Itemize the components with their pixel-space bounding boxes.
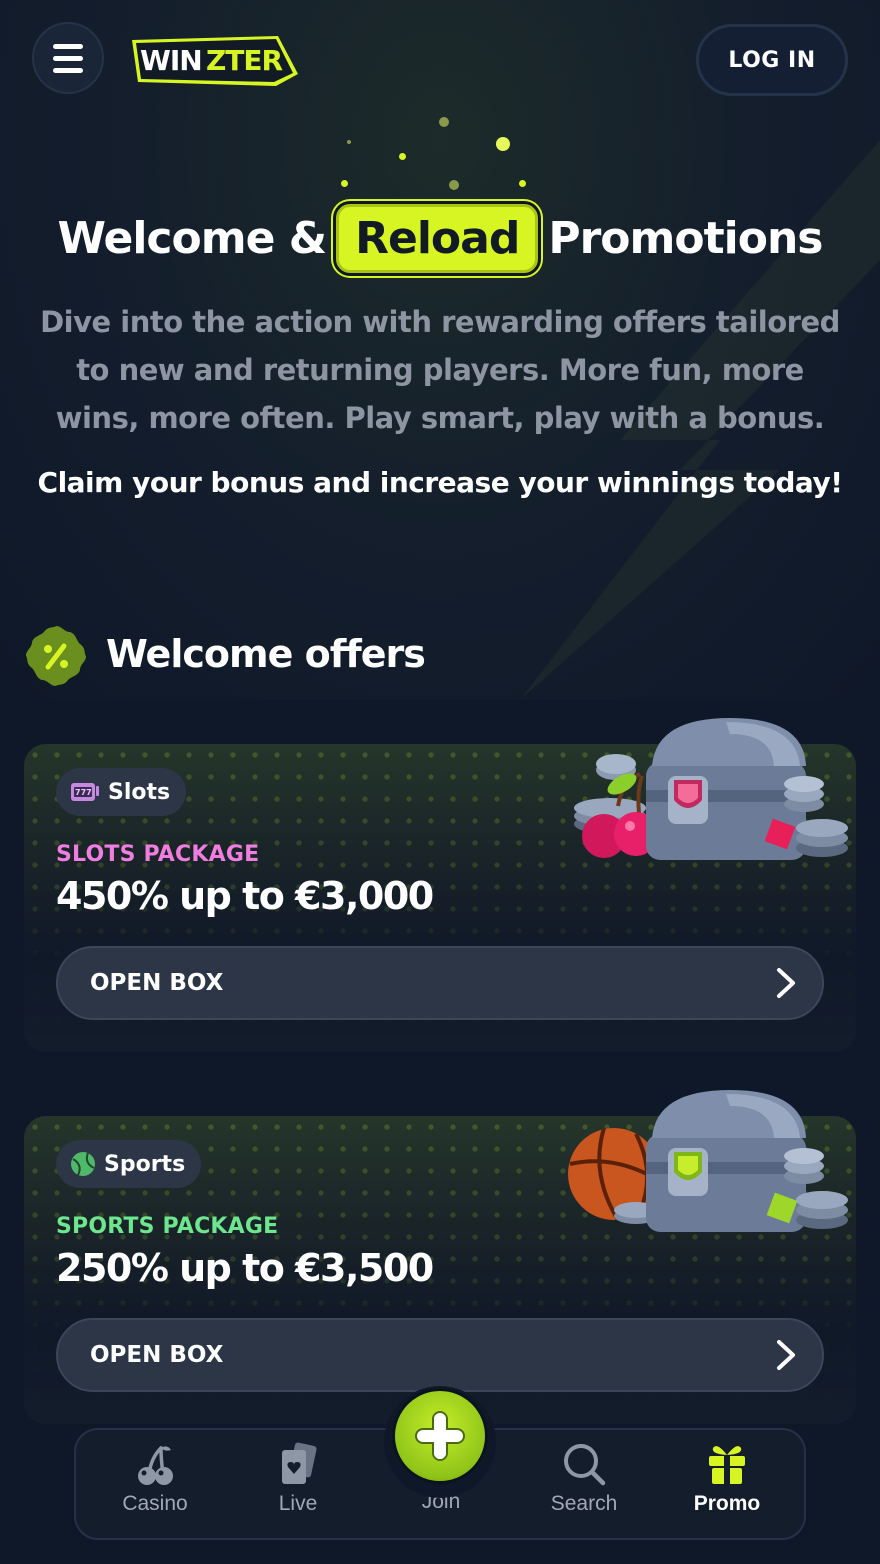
nav-label: Promo: [693, 1492, 761, 1515]
sparkle: [449, 180, 459, 190]
menu-button[interactable]: [32, 22, 104, 94]
package-label: SLOTS PACKAGE: [56, 842, 260, 867]
tennis-ball-icon: [71, 1152, 95, 1176]
nav-label: Search: [550, 1492, 618, 1515]
winzter-logo[interactable]: WIN ZTER: [128, 30, 300, 90]
open-box-label: OPEN BOX: [90, 970, 224, 996]
tag-label: Sports: [104, 1151, 186, 1177]
slot-machine-icon: 777: [71, 783, 99, 801]
hero-subtitle: Dive into the action with rewarding offe…: [40, 305, 840, 435]
sparkle: [341, 180, 348, 187]
plus-icon: [415, 1411, 465, 1461]
sparkle: [347, 140, 351, 144]
treasure-chest-slots-image: [574, 718, 848, 860]
tag-slots: 777 Slots: [56, 768, 187, 816]
login-button[interactable]: LOG IN: [696, 24, 848, 96]
search-icon: [564, 1444, 606, 1486]
gift-icon: [709, 1446, 745, 1484]
nav-label: Live: [278, 1492, 318, 1515]
svg-text:777: 777: [75, 788, 92, 797]
title-highlight: Reload: [336, 203, 539, 273]
nav-live[interactable]: Live: [238, 1440, 358, 1530]
treasure-chest-sports-image: [568, 1090, 848, 1232]
package-amount: 450% up to €3,000: [56, 874, 434, 918]
chevron-right-icon: [777, 968, 795, 998]
page-title: Welcome & Reload Promotions: [0, 196, 880, 280]
package-amount: 250% up to €3,500: [56, 1246, 434, 1290]
svg-text:ZTER: ZTER: [206, 44, 283, 77]
open-box-label: OPEN BOX: [90, 1342, 224, 1368]
title-part-2: Promotions: [548, 212, 823, 264]
tag-label: Slots: [108, 779, 171, 805]
sparkle: [399, 153, 406, 160]
chevron-right-icon: [777, 1340, 795, 1370]
title-part-1: Welcome &: [57, 212, 328, 264]
package-label: SPORTS PACKAGE: [56, 1214, 279, 1239]
sparkle: [519, 180, 526, 187]
svg-text:WIN: WIN: [140, 44, 202, 77]
hamburger-icon: [53, 43, 83, 49]
percent-badge-icon: [26, 626, 86, 686]
nav-search[interactable]: Search: [524, 1440, 644, 1530]
nav-casino[interactable]: Casino: [95, 1440, 215, 1530]
sparkle: [496, 137, 510, 151]
cherry-icon: [138, 1446, 173, 1485]
sparkle: [439, 117, 449, 127]
hero-claim: Claim your bonus and increase your winni…: [37, 466, 843, 499]
open-box-button[interactable]: OPEN BOX: [56, 946, 824, 1020]
section-title: Welcome offers: [106, 632, 426, 676]
nav-promo[interactable]: Promo: [667, 1440, 787, 1530]
cards-icon: [282, 1442, 317, 1484]
nav-label: Casino: [122, 1492, 188, 1515]
open-box-button[interactable]: OPEN BOX: [56, 1318, 824, 1392]
tag-sports: Sports: [56, 1140, 202, 1188]
join-button[interactable]: [392, 1388, 488, 1484]
